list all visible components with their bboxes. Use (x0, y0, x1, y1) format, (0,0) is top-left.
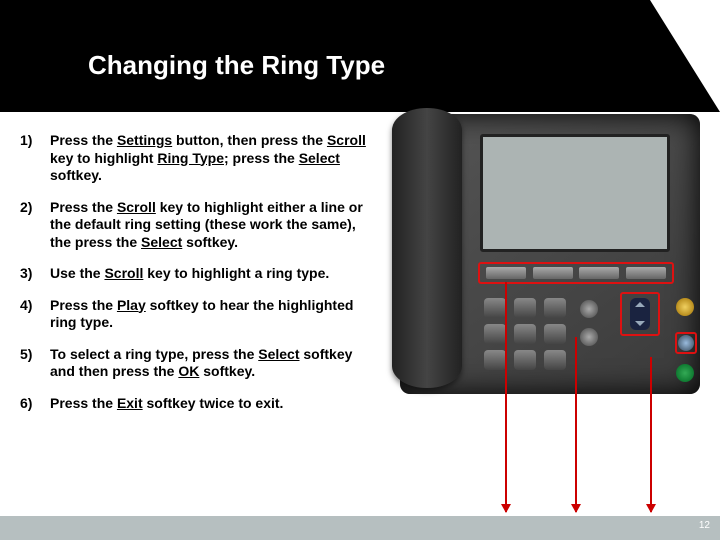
page-number: 12 (699, 520, 710, 531)
step-text: Press the Exit softkey twice to exit. (50, 395, 370, 413)
step-number: 2) (20, 199, 50, 252)
scroll-button (630, 298, 650, 330)
step-text: Press the Scroll key to highlight either… (50, 199, 370, 252)
arrow-settings (650, 357, 652, 512)
keypad-button (514, 324, 536, 344)
round-button (580, 328, 598, 346)
step-number: 4) (20, 297, 50, 332)
slide-body: 1)Press the Settings button, then press … (0, 112, 720, 412)
softkey (533, 267, 573, 279)
settings-button (678, 335, 694, 351)
instruction-step: 5)To select a ring type, press the Selec… (20, 346, 370, 381)
instruction-step: 6)Press the Exit softkey twice to exit. (20, 395, 370, 413)
keypad-button (544, 298, 566, 318)
keypad-button (514, 350, 536, 370)
handset (392, 108, 462, 388)
softkey (626, 267, 666, 279)
arrow-softkeys (505, 282, 507, 512)
keypad-button (484, 324, 506, 344)
step-number: 5) (20, 346, 50, 381)
step-text: Use the Scroll key to highlight a ring t… (50, 265, 370, 283)
keypad-button (514, 298, 536, 318)
step-text: To select a ring type, press the Select … (50, 346, 370, 381)
corner-decoration (606, 0, 720, 112)
softkeys-highlight (478, 262, 674, 284)
round-button (676, 364, 694, 382)
keypad-button (544, 324, 566, 344)
keypad-button (484, 298, 506, 318)
instruction-step: 2)Press the Scroll key to highlight eith… (20, 199, 370, 252)
round-button (580, 300, 598, 318)
phone-screen (480, 134, 670, 252)
scroll-highlight (620, 292, 660, 336)
step-number: 3) (20, 265, 50, 283)
step-text: Press the Play softkey to hear the highl… (50, 297, 370, 332)
softkey (579, 267, 619, 279)
phone-illustration (400, 114, 700, 394)
instruction-step: 1)Press the Settings button, then press … (20, 132, 370, 185)
step-text: Press the Settings button, then press th… (50, 132, 370, 185)
step-number: 1) (20, 132, 50, 185)
header-bar: Changing the Ring Type (0, 0, 720, 112)
slide: Changing the Ring Type 1)Press the Setti… (0, 0, 720, 540)
softkey (486, 267, 526, 279)
step-number: 6) (20, 395, 50, 413)
arrow-scroll (575, 337, 577, 512)
round-button (676, 298, 694, 316)
footer-bar: 12 (0, 516, 720, 540)
instruction-step: 3)Use the Scroll key to highlight a ring… (20, 265, 370, 283)
instruction-step: 4)Press the Play softkey to hear the hig… (20, 297, 370, 332)
keypad-button (484, 350, 506, 370)
slide-title: Changing the Ring Type (88, 50, 385, 81)
keypad-button (544, 350, 566, 370)
